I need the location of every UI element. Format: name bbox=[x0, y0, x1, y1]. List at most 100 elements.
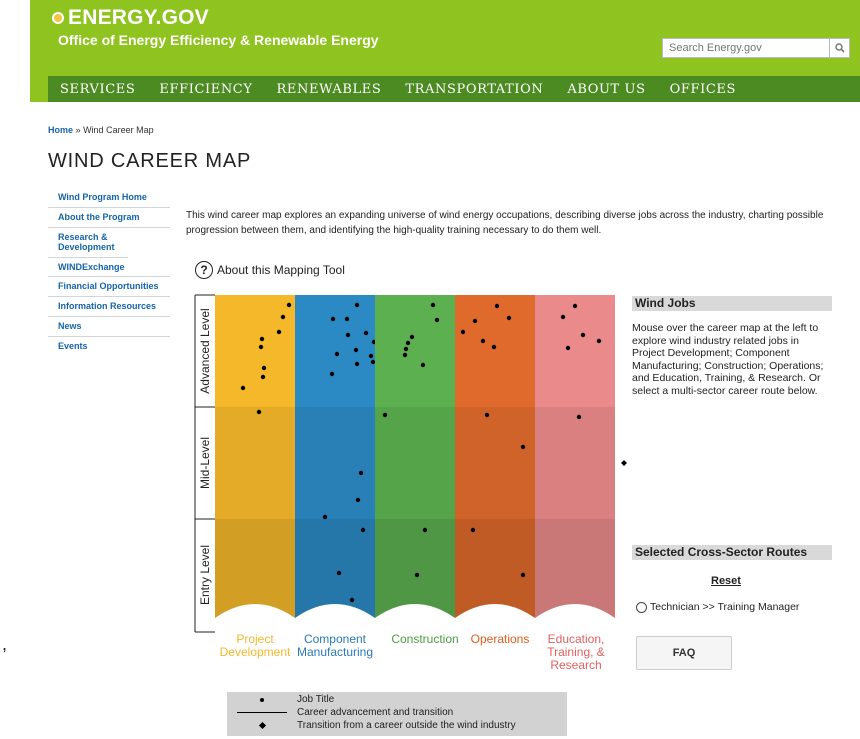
level-band[interactable] bbox=[455, 295, 535, 407]
nav-item-services[interactable]: SERVICES bbox=[48, 82, 147, 97]
job-dot[interactable] bbox=[322, 514, 328, 520]
job-dot[interactable] bbox=[260, 374, 266, 380]
job-dot[interactable] bbox=[370, 359, 376, 365]
level-band[interactable] bbox=[375, 295, 455, 407]
level-band[interactable] bbox=[455, 407, 535, 519]
job-dot[interactable] bbox=[491, 344, 497, 350]
job-dot[interactable] bbox=[572, 303, 578, 309]
job-dot[interactable] bbox=[358, 470, 364, 476]
nav-item-offices[interactable]: OFFICES bbox=[658, 82, 748, 97]
job-dot[interactable] bbox=[560, 314, 566, 320]
level-band[interactable] bbox=[215, 295, 295, 407]
job-dot[interactable] bbox=[506, 315, 512, 321]
level-band[interactable] bbox=[535, 295, 615, 407]
job-dot[interactable] bbox=[434, 317, 440, 323]
job-dot[interactable] bbox=[286, 302, 292, 308]
job-dot[interactable] bbox=[240, 385, 246, 391]
sidebar-item-wind-program-home[interactable]: Wind Program Home bbox=[48, 188, 170, 208]
job-dot[interactable] bbox=[472, 318, 478, 324]
level-band[interactable] bbox=[295, 407, 375, 519]
route-option[interactable]: Technician >> Training Manager bbox=[636, 601, 799, 613]
nav-item-about-us[interactable]: ABOUT US bbox=[555, 82, 657, 97]
job-dot[interactable] bbox=[484, 412, 490, 418]
sector-column[interactable] bbox=[375, 295, 455, 633]
nav-item-transportation[interactable]: TRANSPORTATION bbox=[393, 82, 555, 97]
job-dot[interactable] bbox=[470, 527, 476, 533]
job-dot[interactable] bbox=[259, 336, 265, 342]
sector-label-education-training-research[interactable]: Education, Training, & Research bbox=[538, 632, 614, 673]
sidebar-item-windexchange[interactable]: WINDExchange bbox=[48, 258, 170, 278]
job-dot[interactable] bbox=[261, 365, 267, 371]
job-dot[interactable] bbox=[280, 314, 286, 320]
job-dot[interactable] bbox=[258, 344, 264, 350]
level-band[interactable] bbox=[535, 407, 615, 519]
sector-label-operations[interactable]: Operations bbox=[460, 632, 540, 646]
level-band[interactable] bbox=[295, 295, 375, 407]
job-dot[interactable] bbox=[276, 329, 282, 335]
level-band[interactable] bbox=[375, 407, 455, 519]
job-dot[interactable] bbox=[360, 527, 366, 533]
office-name[interactable]: Office of Energy Efficiency & Renewable … bbox=[58, 32, 379, 48]
job-dot[interactable] bbox=[368, 353, 374, 359]
job-dot[interactable] bbox=[402, 352, 408, 358]
about-tool-link[interactable]: ? About this Mapping Tool bbox=[195, 261, 345, 279]
job-dot[interactable] bbox=[430, 302, 436, 308]
sector-label-component-manufacturing[interactable]: Component Manufacturing bbox=[293, 632, 377, 659]
job-dot[interactable] bbox=[409, 334, 415, 340]
job-dot[interactable] bbox=[345, 332, 351, 338]
job-dot[interactable] bbox=[353, 347, 359, 353]
search-button[interactable] bbox=[830, 38, 850, 58]
nav-item-efficiency[interactable]: EFFICIENCY bbox=[147, 82, 264, 97]
job-dot[interactable] bbox=[405, 340, 411, 346]
sidebar-item-information-resources[interactable]: Information Resources bbox=[48, 297, 170, 318]
sidebar-item-events[interactable]: Events bbox=[48, 337, 170, 356]
route-radio[interactable] bbox=[636, 601, 647, 613]
job-dot[interactable] bbox=[420, 362, 426, 368]
reset-link[interactable]: Reset bbox=[711, 575, 741, 587]
sidebar-item-about-the-program[interactable]: About the Program bbox=[48, 208, 170, 228]
level-label-entry: Entry Level bbox=[198, 545, 212, 605]
job-dot[interactable] bbox=[354, 361, 360, 367]
job-dot[interactable] bbox=[565, 345, 571, 351]
nav-item-renewables[interactable]: RENEWABLES bbox=[265, 82, 394, 97]
logo[interactable]: ENERGY.GOV bbox=[52, 6, 379, 30]
job-dot[interactable] bbox=[596, 338, 602, 344]
job-dot[interactable] bbox=[349, 597, 355, 603]
job-dot[interactable] bbox=[520, 444, 526, 450]
job-dot[interactable] bbox=[480, 338, 486, 344]
job-dot[interactable] bbox=[330, 316, 336, 322]
job-dot[interactable] bbox=[334, 351, 340, 357]
sidebar-item-news[interactable]: News bbox=[48, 317, 170, 338]
sector-column[interactable] bbox=[215, 295, 305, 633]
job-dot[interactable] bbox=[414, 572, 420, 578]
outside-transition-diamond[interactable] bbox=[621, 460, 627, 466]
job-dot[interactable] bbox=[382, 412, 388, 418]
breadcrumb-home-link[interactable]: Home bbox=[48, 125, 73, 135]
sector-label-project-development[interactable]: Project Development bbox=[215, 632, 295, 659]
sidebar-item-financial-opportunities[interactable]: Financial Opportunities bbox=[48, 277, 170, 298]
search-input[interactable] bbox=[662, 38, 830, 58]
sector-column[interactable] bbox=[455, 295, 535, 633]
job-dot[interactable] bbox=[336, 570, 342, 576]
job-dot[interactable] bbox=[520, 572, 526, 578]
brand[interactable]: ENERGY.GOV Office of Energy Efficiency &… bbox=[52, 6, 379, 48]
sector-column[interactable] bbox=[535, 295, 615, 633]
job-dot[interactable] bbox=[422, 527, 428, 533]
sector-column[interactable] bbox=[295, 295, 377, 633]
job-dot[interactable] bbox=[256, 409, 262, 415]
job-dot[interactable] bbox=[494, 303, 500, 309]
job-dot[interactable] bbox=[403, 346, 409, 352]
job-dot[interactable] bbox=[344, 316, 350, 322]
job-dot[interactable] bbox=[460, 329, 466, 335]
level-band[interactable] bbox=[215, 407, 295, 519]
job-dot[interactable] bbox=[363, 330, 369, 336]
job-dot[interactable] bbox=[355, 497, 361, 503]
job-dot[interactable] bbox=[329, 371, 335, 377]
career-map[interactable]: Advanced Level Mid-Level Entry Level bbox=[190, 290, 630, 635]
job-dot[interactable] bbox=[354, 302, 360, 308]
job-dot[interactable] bbox=[580, 332, 586, 338]
sidebar-item-research-development[interactable]: Research & Development bbox=[48, 228, 128, 258]
faq-button[interactable]: FAQ bbox=[636, 636, 732, 670]
job-dot[interactable] bbox=[576, 414, 582, 420]
sector-label-construction[interactable]: Construction bbox=[380, 632, 470, 646]
